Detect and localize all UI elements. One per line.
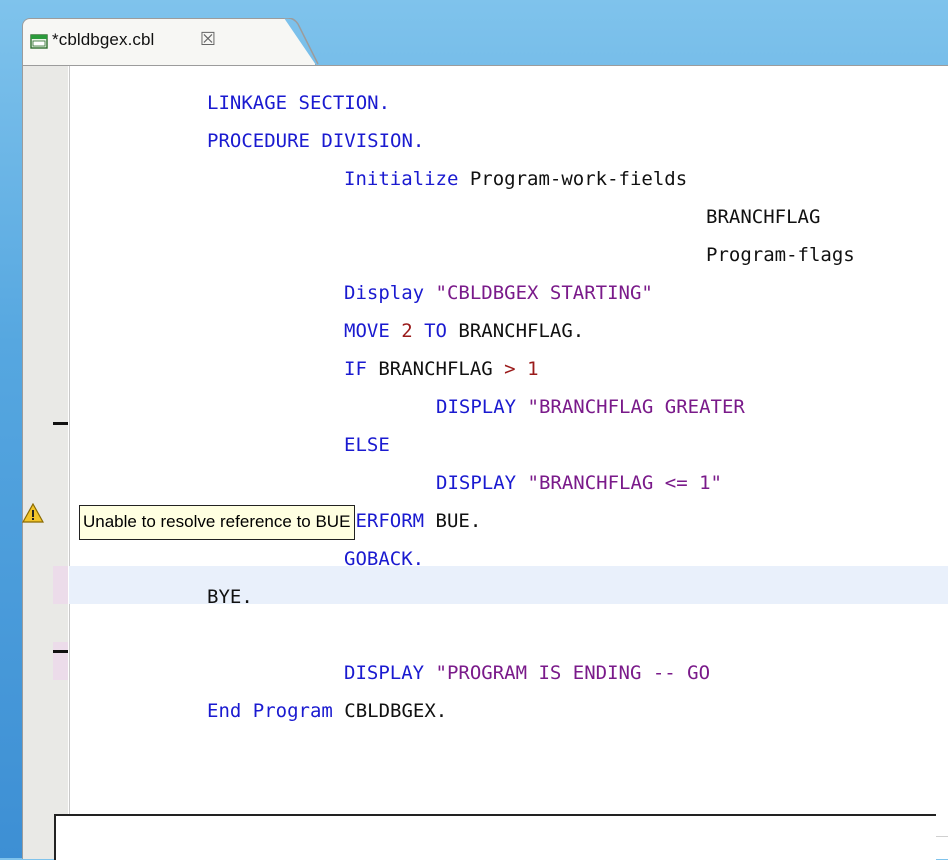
code-token: BRANCHFLAG [378,358,505,380]
code-token: MOVE [344,320,402,342]
ruler-divider [69,66,70,859]
code-token: PERFORM [344,510,436,532]
code-token: LINKAGE SECTION. [207,92,391,114]
code-editor[interactable]: LINKAGE SECTION. PROCEDURE DIVISION. Initi… [22,65,948,859]
ruler-change-marker [53,422,68,425]
code-token: PROCEDURE DIVISION. [207,130,425,152]
code-line[interactable]: DISPLAY "PROGRAM IS ENDING -- GO [344,654,710,692]
code-token: Program-flags [706,244,855,266]
code-line[interactable]: DISPLAY "BRANCHFLAG GREATER [436,388,745,426]
code-token: IF [344,358,379,380]
code-token: BUE. [435,510,482,532]
tab-title[interactable]: *cbldbgex.cbl [52,30,154,50]
code-token: DISPLAY [344,662,436,684]
code-line[interactable]: PERFORM BUE. [344,502,481,540]
code-line[interactable]: IF BRANCHFLAG > 1 [344,350,539,388]
code-line[interactable]: LINKAGE SECTION. [207,84,390,122]
code-token: Initialize [344,168,470,190]
cobol-file-icon [30,34,48,49]
code-line[interactable]: ELSE [344,426,390,464]
code-token: BYE. [207,586,253,608]
code-token: "CBLDBGEX STARTING" [435,282,653,304]
ruler-warning-highlight [53,566,68,604]
code-line[interactable]: Initialize Program-work-fields [344,160,687,198]
ruler-change-marker [53,650,68,653]
code-token: CBLDBGEX. [344,700,448,722]
code-token: ELSE [344,434,390,456]
code-token: DISPLAY [436,396,528,418]
code-line[interactable]: Program-flags [706,236,855,274]
code-token: "PROGRAM IS ENDING -- GO [435,662,711,684]
code-token: "BRANCHFLAG <= 1" [527,472,722,494]
code-line[interactable]: BYE. [207,578,253,616]
close-icon[interactable]: ☒ [198,30,218,50]
code-line[interactable]: DISPLAY "BRANCHFLAG <= 1" [436,464,722,502]
code-line[interactable]: End Program CBLDBGEX. [207,692,447,730]
code-token: "BRANCHFLAG GREATER [527,396,745,418]
code-token: GOBACK. [344,548,425,570]
code-token: End Program [207,700,345,722]
code-line[interactable]: PROCEDURE DIVISION. [207,122,424,160]
code-line[interactable]: BRANCHFLAG [706,198,820,236]
bottom-input-panel[interactable] [54,814,936,860]
code-token: BRANCHFLAG. [458,320,585,342]
code-token: TO [412,320,459,342]
code-token: Program-work-fields [469,168,688,190]
hover-tooltip: Unable to resolve reference to BUE [79,505,356,540]
ruler-change-highlight [53,642,68,680]
code-token: Display [344,282,436,304]
code-line[interactable]: Display "CBLDBGEX STARTING" [344,274,653,312]
code-line[interactable]: GOBACK. [344,540,424,578]
code-token: BRANCHFLAG [706,206,821,228]
code-token: 1 [515,358,539,380]
code-token: > [504,358,516,380]
vertical-ruler [23,66,68,859]
current-line-highlight [69,566,948,604]
code-token: 2 [401,320,413,342]
code-line[interactable]: MOVE 2 TO BRANCHFLAG. [344,312,584,350]
warning-icon[interactable] [22,503,44,523]
code-token: DISPLAY [436,472,528,494]
